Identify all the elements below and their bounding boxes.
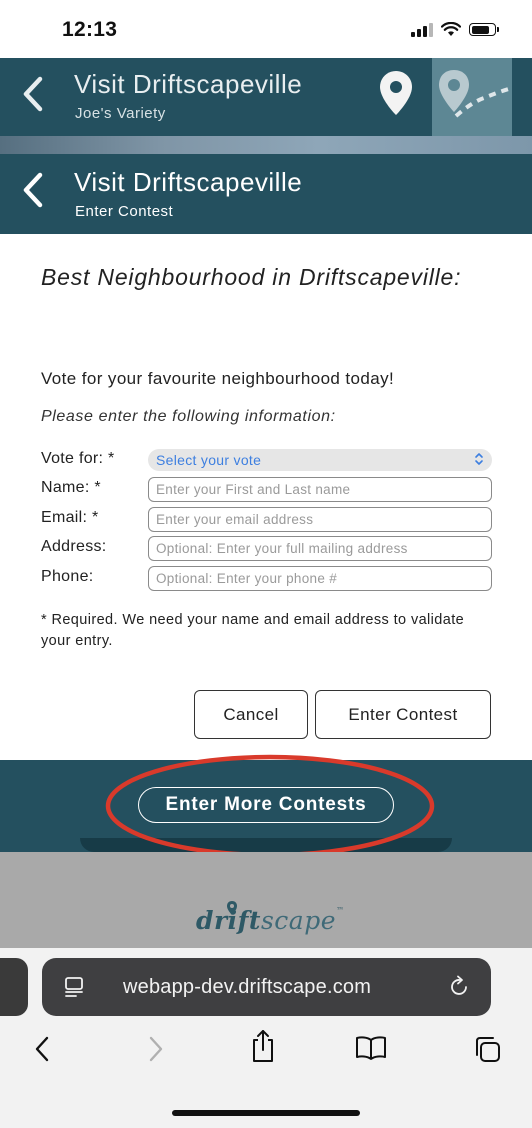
battery-icon	[469, 23, 499, 36]
wifi-icon	[441, 22, 461, 36]
vote-select[interactable]: Select your vote	[148, 449, 492, 471]
logo-pin-icon	[227, 901, 237, 915]
address-bar[interactable]: webapp-dev.driftscape.com	[42, 958, 491, 1016]
url-text: webapp-dev.driftscape.com	[123, 976, 372, 998]
previous-tab-peek[interactable]	[0, 958, 28, 1016]
phone-label: Phone:	[41, 568, 94, 585]
browser-chrome: webapp-dev.driftscape.com	[0, 948, 532, 1128]
browser-forward-icon[interactable]	[146, 1034, 166, 1064]
footer-logo-area: driftscape™	[0, 852, 532, 948]
map-route-button[interactable]	[432, 58, 513, 136]
address-field[interactable]	[148, 536, 492, 561]
contest-intro: Vote for your favourite neighbourhood to…	[41, 369, 395, 388]
email-field[interactable]	[148, 507, 492, 532]
enter-contest-button[interactable]: Enter Contest	[315, 690, 491, 739]
select-chevrons-icon	[475, 453, 483, 465]
phone-row: Phone:	[41, 566, 493, 592]
home-indicator	[172, 1110, 360, 1116]
previous-page-header: Visit Driftscapeville Joe's Variety	[0, 58, 532, 136]
reload-icon[interactable]	[449, 975, 471, 999]
location-pin-icon[interactable]	[379, 70, 413, 116]
tabs-icon[interactable]	[472, 1034, 502, 1064]
annotation-circle	[105, 754, 435, 858]
back-chevron-icon[interactable]	[22, 76, 44, 112]
bookmarks-icon[interactable]	[355, 1035, 387, 1061]
share-icon[interactable]	[250, 1028, 276, 1064]
page-format-icon[interactable]	[64, 976, 84, 998]
header-title: Visit Driftscapeville	[74, 167, 303, 197]
driftscape-logo: driftscape™	[196, 906, 345, 935]
name-field[interactable]	[148, 477, 492, 502]
name-row: Name: *	[41, 477, 493, 503]
email-label: Email: *	[41, 509, 99, 526]
header-subtitle: Enter Contest	[75, 203, 174, 220]
status-bar: 12:13	[0, 0, 532, 58]
vote-label: Vote for: *	[41, 450, 115, 467]
contest-heading: Best Neighbourhood in Driftscapeville:	[41, 264, 462, 290]
status-icons	[411, 22, 499, 37]
page-header: Visit Driftscapeville Enter Contest	[0, 154, 532, 234]
name-label: Name: *	[41, 479, 101, 496]
address-label: Address:	[41, 538, 107, 555]
address-row: Address:	[41, 536, 493, 562]
previous-header-subtitle: Joe's Variety	[75, 105, 166, 122]
contest-content: Best Neighbourhood in Driftscapeville: V…	[0, 234, 532, 760]
vote-select-value: Select your vote	[156, 452, 262, 468]
cancel-button[interactable]: Cancel	[194, 690, 308, 739]
map-route-icon	[439, 70, 513, 118]
previous-header-title: Visit Driftscapeville	[74, 69, 303, 99]
background-image-strip	[0, 136, 532, 154]
required-note: * Required. We need your name and email …	[41, 612, 465, 649]
status-time: 12:13	[62, 18, 118, 41]
back-chevron-icon[interactable]	[22, 172, 44, 208]
form-instructions: Please enter the following information:	[41, 408, 336, 425]
email-row: Email: *	[41, 507, 493, 533]
phone-field[interactable]	[148, 566, 492, 591]
vote-row: Vote for: * Select your vote	[41, 448, 493, 474]
browser-back-icon[interactable]	[32, 1034, 52, 1064]
cellular-signal-icon	[411, 22, 433, 37]
